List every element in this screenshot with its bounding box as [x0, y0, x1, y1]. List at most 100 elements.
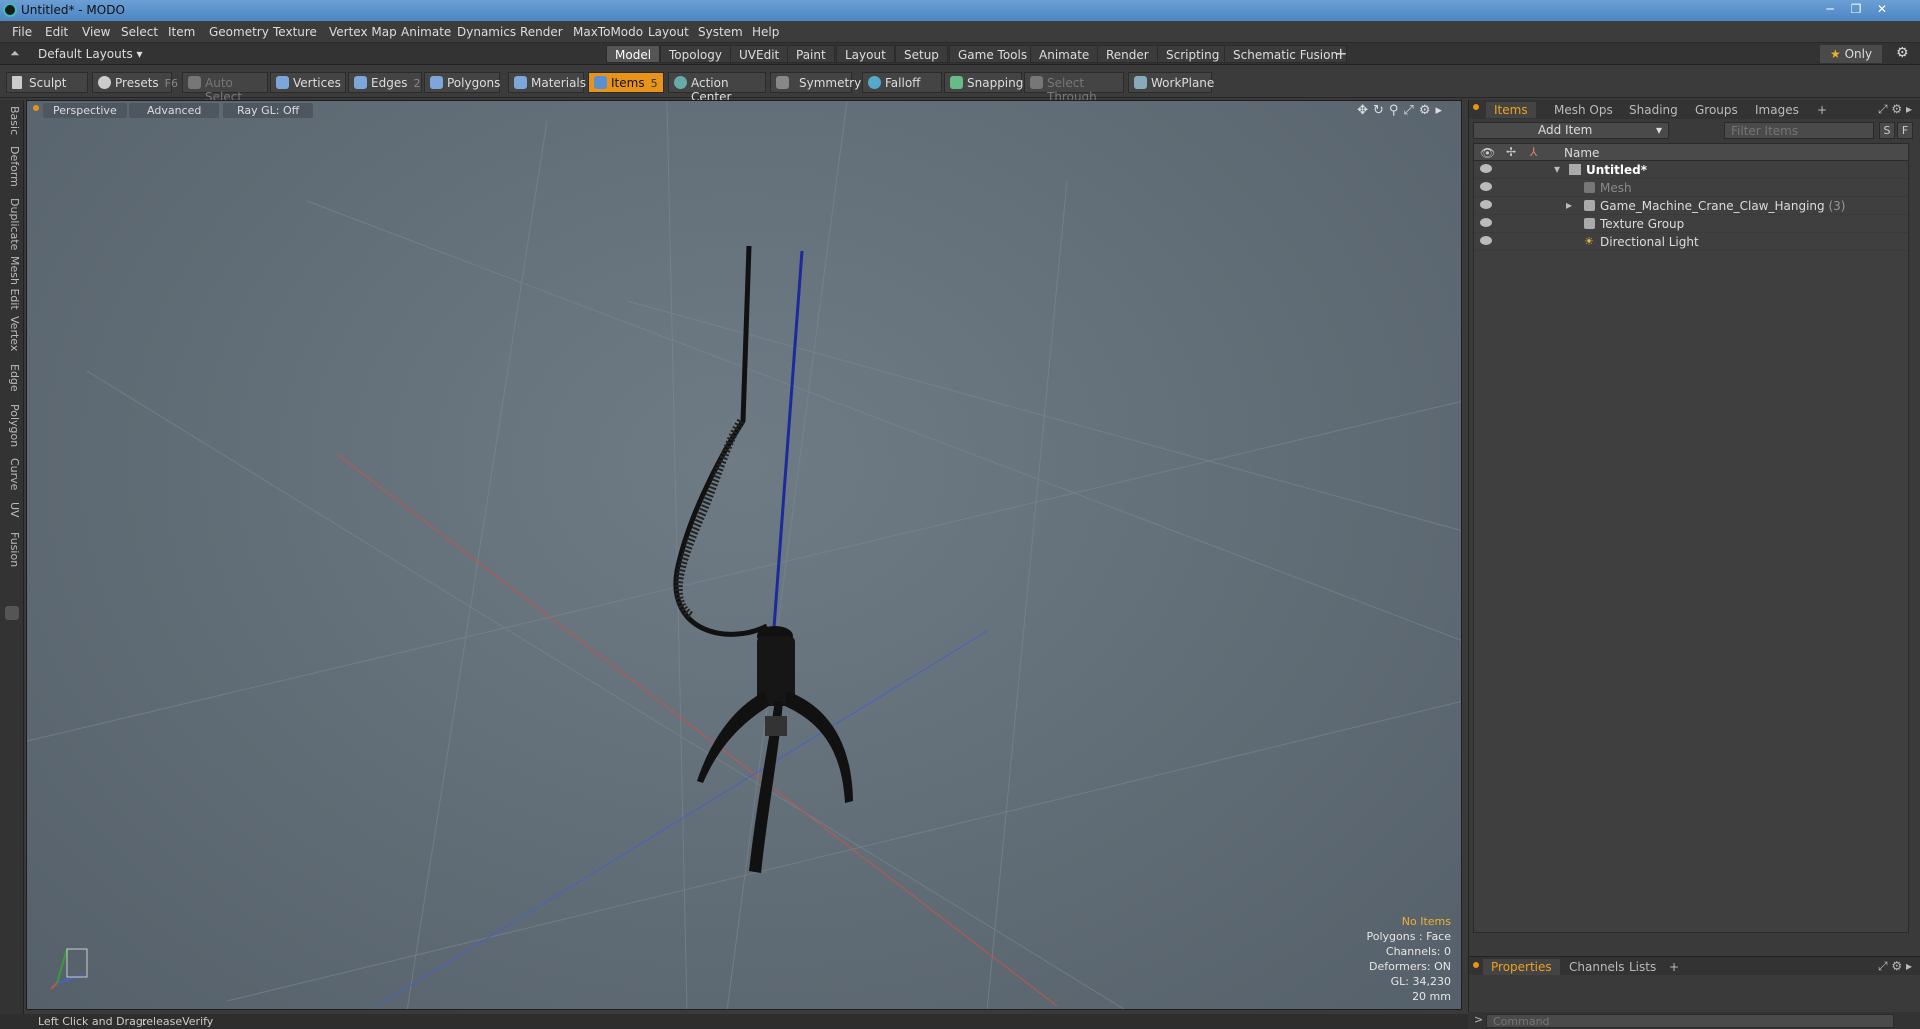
falloff-button[interactable]: Falloff: [862, 72, 942, 93]
edges-button[interactable]: Edges 2: [348, 72, 422, 93]
tab-groups[interactable]: Groups: [1687, 102, 1746, 118]
menu-file[interactable]: File: [12, 25, 32, 39]
tab-layout[interactable]: Layout: [836, 45, 895, 63]
tab-animate[interactable]: Animate: [1030, 45, 1099, 63]
search-mode-s-button[interactable]: S: [1879, 122, 1895, 139]
menu-dynamics[interactable]: Dynamics: [457, 25, 516, 39]
symmetry-button[interactable]: Symmetry: [770, 72, 861, 93]
menu-texture[interactable]: Texture: [273, 25, 317, 39]
tab-properties[interactable]: Properties: [1483, 959, 1560, 975]
materials-button[interactable]: Materials: [508, 72, 586, 93]
visibility-eye-icon[interactable]: [1480, 236, 1492, 245]
action-center-button[interactable]: Action Center: [668, 72, 766, 104]
tab-images[interactable]: Images: [1747, 102, 1807, 118]
tab-setup[interactable]: Setup: [895, 45, 948, 63]
command-input[interactable]: [1486, 1014, 1894, 1028]
menu-view[interactable]: View: [82, 25, 110, 39]
search-mode-f-button[interactable]: F: [1897, 122, 1913, 139]
tab-render[interactable]: Render: [1097, 45, 1158, 63]
shading-button[interactable]: Advanced: [129, 103, 220, 118]
brush-icon: [12, 76, 22, 89]
menu-layout[interactable]: Layout: [648, 25, 689, 39]
menu-geometry[interactable]: Geometry: [209, 25, 269, 39]
menu-system[interactable]: System: [698, 25, 743, 39]
tab-uvedit[interactable]: UVEdit: [730, 45, 789, 63]
menu-edit[interactable]: Edit: [45, 25, 68, 39]
visibility-eye-icon[interactable]: [1480, 200, 1492, 209]
tab-topology[interactable]: Topology: [660, 45, 731, 63]
layout-dropdown[interactable]: Default Layouts ▾: [38, 47, 143, 61]
gear-icon[interactable]: ⚙: [1896, 45, 1909, 61]
menu-maxtomodo[interactable]: MaxToModo: [573, 25, 643, 39]
snapping-button[interactable]: Snapping: [944, 72, 1023, 93]
expand-arrow-icon[interactable]: ▸: [1566, 198, 1572, 212]
tab-uv[interactable]: UV: [3, 502, 21, 518]
viewport-menu-icon[interactable]: [33, 105, 39, 111]
visibility-eye-icon[interactable]: [1480, 182, 1492, 191]
presets-button[interactable]: Presets F6: [92, 72, 178, 93]
visibility-eye-icon[interactable]: [1480, 164, 1492, 173]
add-panel-tab-icon[interactable]: +: [1809, 102, 1835, 118]
polygons-button[interactable]: Polygons: [424, 72, 500, 93]
panel-toggle-icon[interactable]: [5, 606, 19, 620]
tree-row-mesh[interactable]: Mesh: [1474, 179, 1908, 197]
tab-model[interactable]: Model: [606, 45, 661, 63]
panel-menu-icon[interactable]: [1473, 104, 1479, 110]
menu-help[interactable]: Help: [752, 25, 779, 39]
tab-curve[interactable]: Curve: [3, 458, 21, 490]
properties-options-icon[interactable]: ⤢ ⚙ ▸: [1878, 959, 1912, 974]
add-item-dropdown[interactable]: Add Item ▾: [1473, 122, 1669, 139]
tab-schematic-fusion[interactable]: Schematic Fusion: [1224, 45, 1348, 63]
raygl-button[interactable]: Ray GL: Off: [223, 103, 314, 118]
menu-item[interactable]: Item: [168, 25, 195, 39]
close-icon[interactable]: ✕: [1870, 0, 1894, 18]
tab-edge[interactable]: Edge: [3, 364, 21, 392]
panel-options-icon[interactable]: ⤢ ⚙ ▸: [1878, 102, 1912, 117]
only-toggle[interactable]: ★ Only: [1820, 45, 1883, 63]
tab-mesh-ops[interactable]: Mesh Ops: [1546, 102, 1621, 118]
tree-row-crane-claw[interactable]: ▸ Game_Machine_Crane_Claw_Hanging (3): [1474, 197, 1908, 215]
tab-game-tools[interactable]: Game Tools: [949, 45, 1037, 63]
tree-row-scene[interactable]: ▾ Untitled*: [1474, 161, 1908, 179]
add-tab-icon[interactable]: +: [1334, 44, 1347, 63]
tab-duplicate[interactable]: Duplicate: [3, 198, 21, 250]
perspective-button[interactable]: Perspective: [43, 103, 127, 118]
properties-menu-icon[interactable]: [1473, 962, 1479, 968]
tab-scripting[interactable]: Scripting: [1157, 45, 1229, 63]
tab-mesh-edit[interactable]: Mesh Edit: [3, 256, 21, 310]
workplane-button[interactable]: WorkPlane: [1128, 72, 1214, 93]
group-locator-icon: [1584, 200, 1595, 211]
expand-arrow-icon[interactable]: ▾: [1554, 162, 1560, 176]
visibility-eye-icon[interactable]: [1480, 218, 1492, 227]
status-hint-label: Left Click and Drag:: [38, 1015, 147, 1028]
auto-select-button[interactable]: Auto Select: [182, 72, 268, 104]
tab-polygon[interactable]: Polygon: [3, 404, 21, 447]
3d-viewport[interactable]: Perspective Advanced Ray GL: Off ✥↻⚲⤢⚙▸ …: [26, 100, 1462, 1010]
add-properties-tab-icon[interactable]: +: [1661, 959, 1687, 975]
viewport-nav-icons[interactable]: ✥↻⚲⤢⚙▸: [1357, 103, 1447, 118]
items-button[interactable]: Items 5: [588, 72, 664, 93]
tab-shading[interactable]: Shading: [1621, 102, 1686, 118]
tree-row-texture-group[interactable]: Texture Group: [1474, 215, 1908, 233]
tab-items[interactable]: Items: [1486, 102, 1536, 118]
tab-vertex[interactable]: Vertex: [3, 316, 21, 351]
tree-row-directional-light[interactable]: ☀ Directional Light: [1474, 233, 1908, 251]
tab-basic[interactable]: Basic: [3, 106, 21, 135]
menu-render[interactable]: Render: [520, 25, 563, 39]
tab-paint[interactable]: Paint: [787, 45, 835, 63]
tab-fusion[interactable]: Fusion: [3, 532, 21, 567]
restore-icon[interactable]: ❐: [1844, 0, 1868, 18]
viewport-header: Perspective Advanced Ray GL: Off ✥↻⚲⤢⚙▸: [27, 101, 1461, 121]
vertices-button[interactable]: Vertices1: [270, 72, 354, 93]
select-through-button[interactable]: Select Through: [1024, 72, 1124, 104]
filter-items-input[interactable]: [1724, 122, 1874, 139]
name-column-header[interactable]: Name: [1564, 146, 1599, 160]
menu-animate[interactable]: Animate: [401, 25, 451, 39]
sculpt-button[interactable]: Sculpt: [6, 72, 88, 93]
menu-vertex-map[interactable]: Vertex Map: [329, 25, 397, 39]
tab-lists[interactable]: Lists: [1621, 959, 1664, 975]
tab-deform[interactable]: Deform: [3, 146, 21, 187]
minimize-icon[interactable]: ─: [1818, 0, 1842, 18]
collapse-icon[interactable]: ⏶: [10, 46, 20, 61]
menu-select[interactable]: Select: [121, 25, 158, 39]
